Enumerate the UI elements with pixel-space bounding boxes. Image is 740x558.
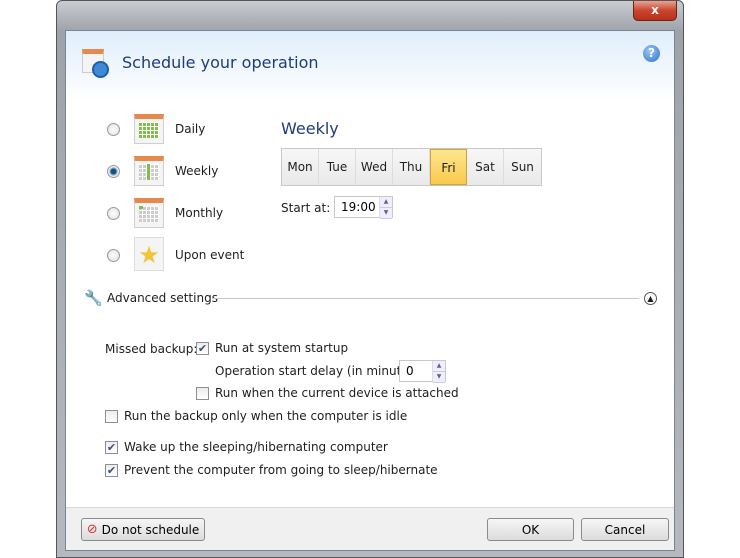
prevent-sleep-label: Prevent the computer from going to sleep… [124,463,438,477]
prevent-sleep-checkbox[interactable]: ✔ [105,463,118,477]
wake-checkbox[interactable]: ✔ [105,440,118,454]
run-attached-checkbox[interactable] [196,386,209,400]
close-button[interactable]: x [633,1,677,21]
delay-spinner[interactable]: ▲▼ [399,360,446,383]
page-title: Schedule your operation [122,53,319,72]
spin-down-icon[interactable]: ▼ [433,372,445,383]
idle-label: Run the backup only when the computer is… [124,409,408,423]
daily-label: Daily [175,122,206,136]
delay-label: Operation start delay (in minutes): [215,364,424,378]
radio-daily[interactable] [107,123,120,136]
wake-label: Wake up the sleeping/hibernating compute… [124,440,388,454]
ok-button[interactable]: OK [487,518,574,541]
wrench-icon: 🔧 [84,289,103,307]
upon-event-label: Upon event [175,248,245,262]
divider [212,298,639,299]
run-attached-label: Run when the current device is attached [215,386,459,400]
collapse-icon[interactable]: ▲ [644,292,657,305]
run-startup-checkbox-row[interactable]: ✔ Run at system startup [196,341,348,355]
day-tue[interactable]: Tue [319,149,356,185]
spin-up-icon[interactable]: ▲ [380,197,392,208]
footer: ⊘ Do not schedule OK Cancel [66,507,674,550]
day-sun[interactable]: Sun [504,149,541,185]
cancel-button[interactable]: Cancel [581,518,669,541]
wake-row[interactable]: ✔ Wake up the sleeping/hibernating compu… [105,440,388,454]
day-sat[interactable]: Sat [467,149,504,185]
weekly-label: Weekly [175,164,219,178]
schedule-clock-icon [80,45,110,79]
spin-up-icon[interactable]: ▲ [433,361,445,372]
advanced-settings-label: Advanced settings [107,291,218,305]
idle-checkbox[interactable] [105,409,118,423]
start-at-label: Start at: [281,201,331,215]
dialog-client: Schedule your operation ? Daily Weekly M… [65,30,675,551]
spin-down-icon[interactable]: ▼ [380,208,392,219]
no-schedule-icon: ⊘ [86,522,98,537]
run-startup-checkbox[interactable]: ✔ [196,341,209,355]
day-thu[interactable]: Thu [393,149,430,185]
start-time-input[interactable] [335,197,379,217]
run-attached-row[interactable]: Run when the current device is attached [196,386,459,400]
idle-row[interactable]: Run the backup only when the computer is… [105,409,407,423]
start-time-spinner[interactable]: ▲▼ [334,196,393,219]
day-fri[interactable]: Fri [430,149,467,185]
run-startup-label: Run at system startup [215,341,349,355]
day-wed[interactable]: Wed [356,149,393,185]
dialog-window: x Schedule your operation ? Daily Weekly… [56,0,684,558]
day-selector: Mon Tue Wed Thu Fri Sat Sun [281,148,542,186]
star-event-icon: ★ [134,237,164,271]
weekly-title: Weekly [281,119,339,138]
radio-upon-event[interactable] [107,249,120,262]
delay-input[interactable] [400,361,432,381]
day-mon[interactable]: Mon [282,149,319,185]
missed-backup-label: Missed backup: [105,342,198,356]
calendar-daily-icon [134,114,164,144]
calendar-weekly-icon [134,156,164,186]
radio-monthly[interactable] [107,207,120,220]
do-not-schedule-label: Do not schedule [101,522,200,537]
help-icon[interactable]: ? [643,45,660,62]
header: Schedule your operation ? [66,31,674,101]
monthly-label: Monthly [175,206,224,220]
prevent-sleep-row[interactable]: ✔ Prevent the computer from going to sle… [105,463,438,477]
radio-weekly[interactable] [107,165,120,178]
do-not-schedule-button[interactable]: ⊘ Do not schedule [81,518,205,541]
calendar-monthly-icon [134,198,164,228]
